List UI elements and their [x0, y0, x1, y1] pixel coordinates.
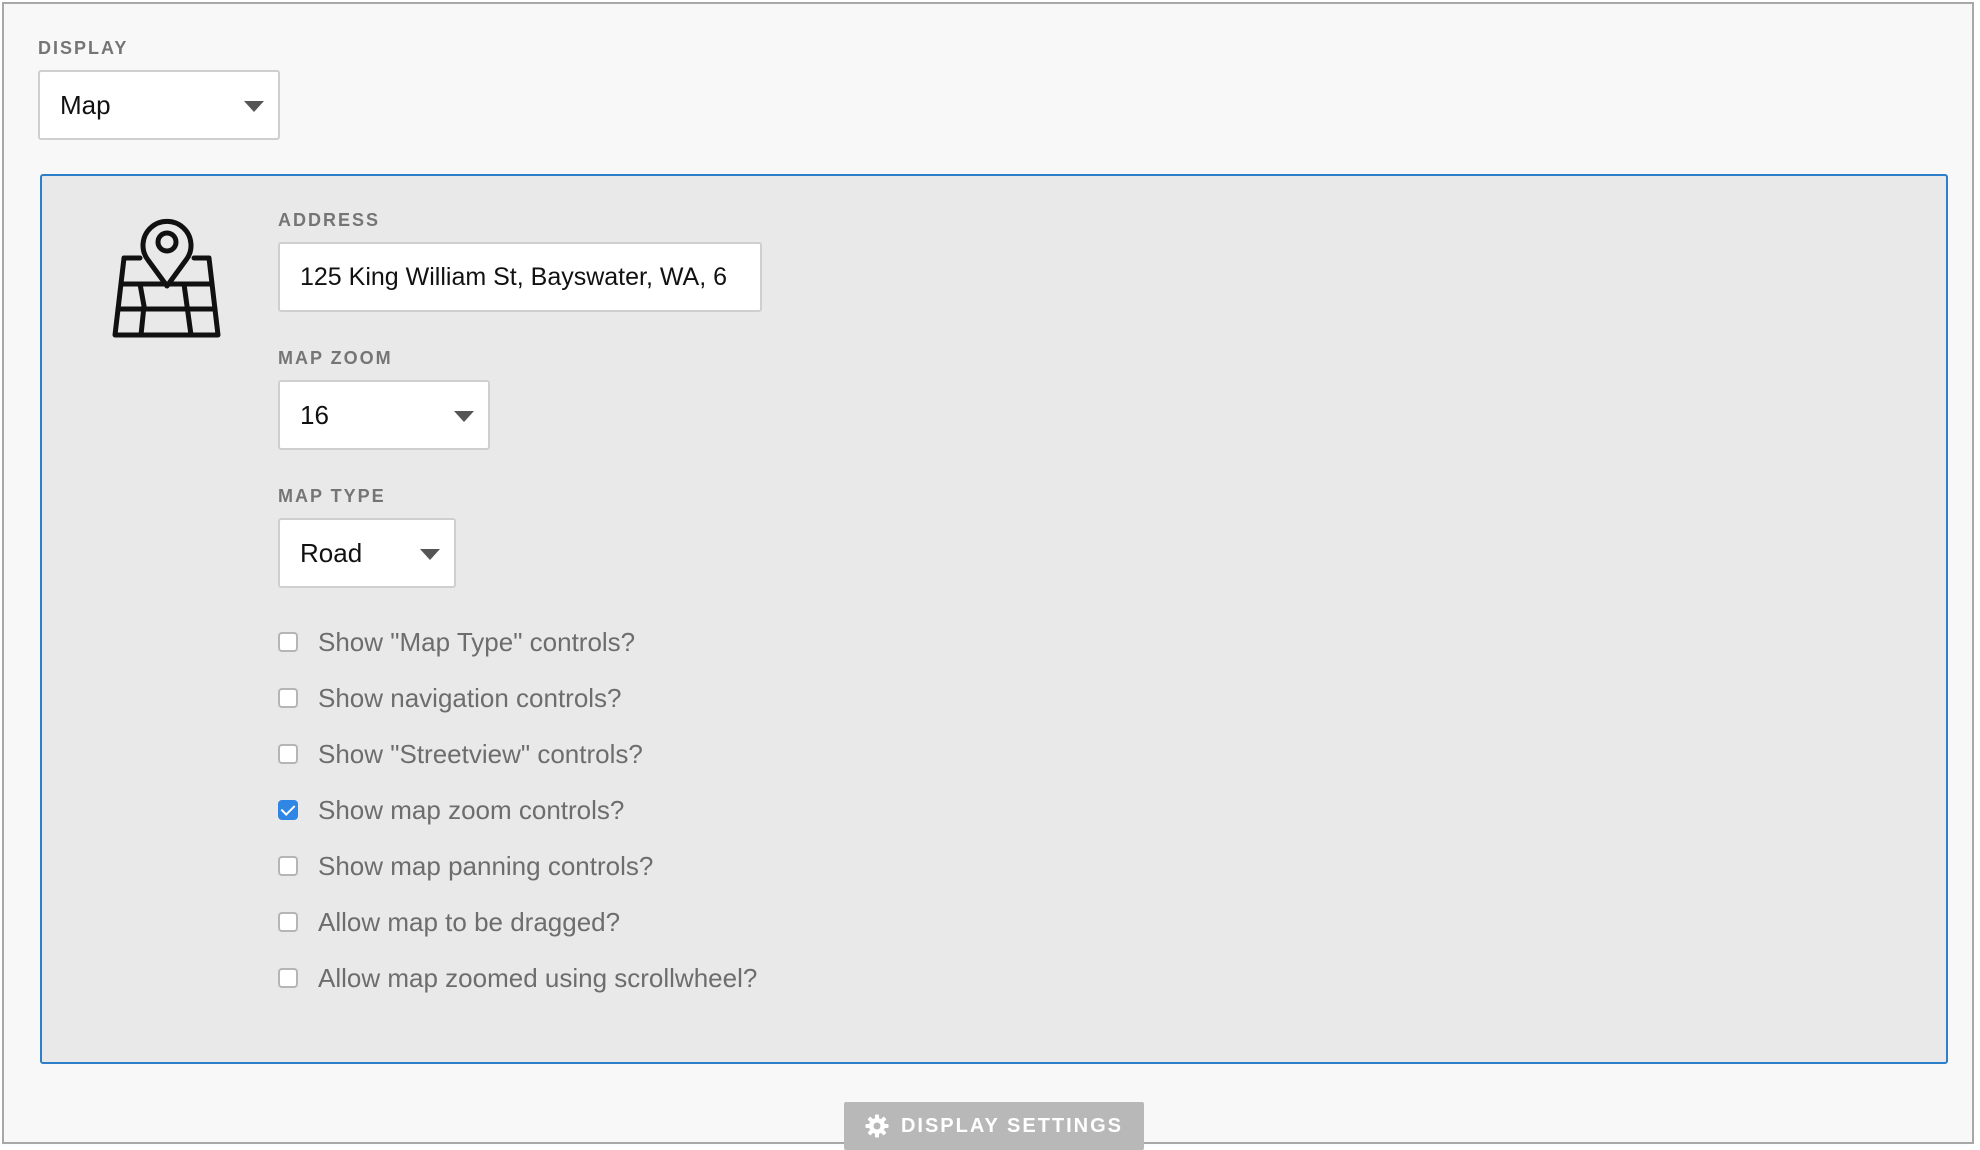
checkmark-icon [280, 801, 296, 816]
map-pin-icon [112, 218, 221, 338]
option-zoom-controls[interactable]: Show map zoom controls? [278, 795, 624, 825]
option-label: Show navigation controls? [318, 682, 622, 713]
option-navigation-controls[interactable]: Show navigation controls? [278, 683, 622, 713]
map-type-select-value: Road [300, 537, 363, 568]
display-label: DISPLAY [38, 38, 129, 58]
address-input[interactable] [278, 242, 762, 312]
chevron-down-icon [244, 101, 264, 112]
option-checkbox[interactable] [278, 744, 298, 764]
option-checkbox[interactable] [278, 968, 298, 988]
address-label: ADDRESS [278, 210, 381, 230]
option-streetview-controls[interactable]: Show "Streetview" controls? [278, 739, 643, 769]
map-zoom-select[interactable]: 16 [278, 380, 490, 450]
chevron-down-icon [454, 411, 474, 422]
display-settings-label: DISPLAY SETTINGS [900, 1114, 1124, 1137]
chevron-down-icon [420, 549, 440, 560]
option-checkbox[interactable] [278, 856, 298, 876]
option-checkbox[interactable] [278, 800, 298, 820]
map-zoom-select-value: 16 [300, 399, 329, 430]
option-label: Show "Map Type" controls? [318, 626, 636, 657]
option-panning-controls[interactable]: Show map panning controls? [278, 851, 653, 881]
option-label: Show map panning controls? [318, 850, 654, 881]
option-draggable[interactable]: Allow map to be dragged? [278, 907, 620, 937]
option-map-type-controls[interactable]: Show "Map Type" controls? [278, 627, 635, 657]
gear-icon [865, 1114, 889, 1138]
display-select-value: Map [60, 89, 111, 120]
option-label: Show "Streetview" controls? [318, 738, 643, 769]
map-zoom-label: MAP ZOOM [278, 348, 393, 368]
display-select[interactable]: Map [38, 70, 280, 140]
option-checkbox[interactable] [278, 912, 298, 932]
option-checkbox[interactable] [278, 632, 298, 652]
option-scrollwheel-zoom[interactable]: Allow map zoomed using scrollwheel? [278, 963, 757, 993]
map-type-select[interactable]: Road [278, 518, 456, 588]
display-settings-button[interactable]: DISPLAY SETTINGS [844, 1102, 1144, 1150]
option-label: Show map zoom controls? [318, 794, 625, 825]
option-label: Allow map to be dragged? [318, 906, 621, 937]
map-type-label: MAP TYPE [278, 486, 386, 506]
option-checkbox[interactable] [278, 688, 298, 708]
option-label: Allow map zoomed using scrollwheel? [318, 962, 758, 993]
map-settings-panel: ADDRESS MAP ZOOM 16 MAP TYPE Road Show "… [40, 174, 1948, 1064]
display-settings-frame: DISPLAY Map ADDRESS MAP ZOOM 16 MAP TYPE [2, 2, 1974, 1150]
